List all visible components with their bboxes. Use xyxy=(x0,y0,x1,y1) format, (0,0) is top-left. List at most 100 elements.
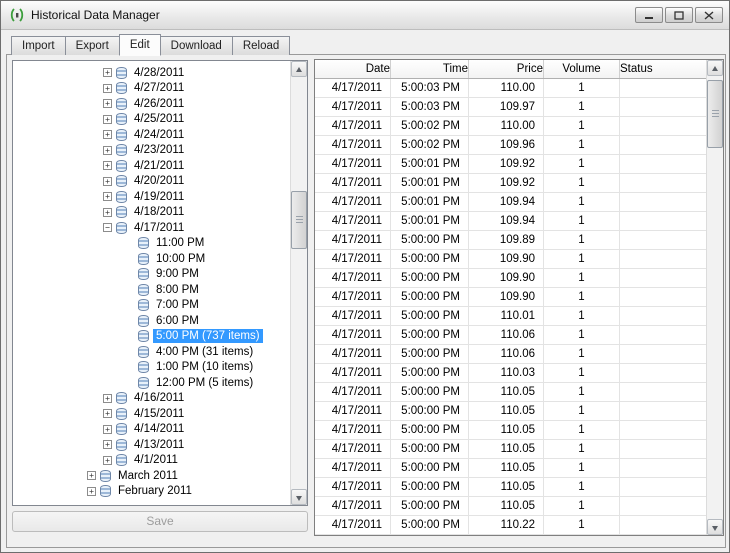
maximize-button[interactable] xyxy=(665,7,693,23)
cell-volume: 1 xyxy=(544,155,620,173)
scroll-down-icon[interactable] xyxy=(291,489,307,505)
tree-item[interactable]: + 4/21/2011 xyxy=(13,158,290,174)
table-row[interactable]: 4/17/2011 5:00:00 PM 110.05 1 xyxy=(315,383,706,402)
tree-item[interactable]: + 4/1/2011 xyxy=(13,453,290,469)
tree-item[interactable]: + 4/16/2011 xyxy=(13,391,290,407)
tree-item[interactable]: 10:00 PM xyxy=(13,251,290,267)
table-row[interactable]: 4/17/2011 5:00:01 PM 109.94 1 xyxy=(315,193,706,212)
tree-item[interactable]: + 4/23/2011 xyxy=(13,143,290,159)
table-row[interactable]: 4/17/2011 5:00:00 PM 110.05 1 xyxy=(315,497,706,516)
cell-time: 5:00:03 PM xyxy=(391,98,469,116)
tree-item[interactable]: 5:00 PM (737 items) xyxy=(13,329,290,345)
close-button[interactable] xyxy=(695,7,723,23)
expander-icon[interactable]: + xyxy=(87,486,96,496)
expander-icon[interactable]: + xyxy=(103,99,112,109)
expander-icon[interactable]: + xyxy=(103,114,112,124)
table-row[interactable]: 4/17/2011 5:00:01 PM 109.94 1 xyxy=(315,212,706,231)
table-row[interactable]: 4/17/2011 5:00:00 PM 110.01 1 xyxy=(315,307,706,326)
expander-icon[interactable]: + xyxy=(103,176,112,186)
table-row[interactable]: 4/17/2011 5:00:00 PM 109.90 1 xyxy=(315,288,706,307)
save-button[interactable]: Save xyxy=(12,511,308,532)
tree-item[interactable]: + 4/26/2011 xyxy=(13,96,290,112)
cell-price: 110.01 xyxy=(469,307,544,325)
tab-download[interactable]: Download xyxy=(159,36,233,55)
table-row[interactable]: 4/17/2011 5:00:00 PM 109.90 1 xyxy=(315,269,706,288)
column-header-time[interactable]: Time xyxy=(391,60,469,78)
expander-icon[interactable]: − xyxy=(103,223,112,233)
expander-icon[interactable]: + xyxy=(103,68,112,78)
column-header-status[interactable]: Status xyxy=(620,60,706,78)
expander-icon[interactable]: + xyxy=(103,145,112,155)
table-row[interactable]: 4/17/2011 5:00:00 PM 109.89 1 xyxy=(315,231,706,250)
expander-icon[interactable]: + xyxy=(103,455,112,465)
expander-icon[interactable]: + xyxy=(103,161,112,171)
tree-item[interactable]: + March 2011 xyxy=(13,468,290,484)
tab-import[interactable]: Import xyxy=(11,36,66,55)
tree-scrollbar-thumb[interactable] xyxy=(291,191,307,249)
tree-item[interactable]: + 4/18/2011 xyxy=(13,205,290,221)
scroll-up-icon[interactable] xyxy=(291,61,307,77)
cell-date: 4/17/2011 xyxy=(315,383,391,401)
tree-item[interactable]: 6:00 PM xyxy=(13,313,290,329)
tree-item[interactable]: + 4/27/2011 xyxy=(13,81,290,97)
tree-item[interactable]: 11:00 PM xyxy=(13,236,290,252)
tree-item[interactable]: + 4/20/2011 xyxy=(13,174,290,190)
minimize-button[interactable] xyxy=(635,7,663,23)
tree-item[interactable]: + February 2011 xyxy=(13,484,290,500)
table-row[interactable]: 4/17/2011 5:00:02 PM 109.96 1 xyxy=(315,136,706,155)
expander-icon[interactable]: + xyxy=(103,424,112,434)
table-row[interactable]: 4/17/2011 5:00:00 PM 110.05 1 xyxy=(315,478,706,497)
table-row[interactable]: 4/17/2011 5:00:01 PM 109.92 1 xyxy=(315,155,706,174)
cell-price: 109.94 xyxy=(469,212,544,230)
tree-item[interactable]: + 4/14/2011 xyxy=(13,422,290,438)
tab-reload[interactable]: Reload xyxy=(231,36,291,55)
scroll-down-icon[interactable] xyxy=(707,519,723,535)
tree-item[interactable]: + 4/19/2011 xyxy=(13,189,290,205)
table-row[interactable]: 4/17/2011 5:00:02 PM 110.00 1 xyxy=(315,117,706,136)
expander-icon[interactable]: + xyxy=(103,130,112,140)
expander-icon[interactable]: + xyxy=(103,409,112,419)
tree-item[interactable]: + 4/25/2011 xyxy=(13,112,290,128)
tree-scrollbar[interactable] xyxy=(290,61,307,505)
column-header-volume[interactable]: Volume xyxy=(544,60,620,78)
grid-scrollbar[interactable] xyxy=(706,60,723,535)
tree-item[interactable]: 12:00 PM (5 items) xyxy=(13,375,290,391)
cell-time: 5:00:02 PM xyxy=(391,136,469,154)
tree-item[interactable]: + 4/24/2011 xyxy=(13,127,290,143)
expander-icon[interactable]: + xyxy=(103,83,112,93)
table-row[interactable]: 4/17/2011 5:00:00 PM 110.05 1 xyxy=(315,421,706,440)
tab-edit[interactable]: Edit xyxy=(118,34,161,56)
column-header-price[interactable]: Price xyxy=(469,60,544,78)
tree-item[interactable]: + 4/15/2011 xyxy=(13,406,290,422)
expander-icon[interactable]: + xyxy=(87,471,96,481)
cell-status xyxy=(620,307,706,325)
table-row[interactable]: 4/17/2011 5:00:00 PM 110.22 1 xyxy=(315,516,706,535)
tree-item[interactable]: + 4/28/2011 xyxy=(13,65,290,81)
tab-export[interactable]: Export xyxy=(64,36,120,55)
scroll-up-icon[interactable] xyxy=(707,60,723,76)
tree-item[interactable]: 4:00 PM (31 items) xyxy=(13,344,290,360)
expander-icon[interactable]: + xyxy=(103,207,112,217)
expander-icon[interactable]: + xyxy=(103,440,112,450)
tree-item[interactable]: − 4/17/2011 xyxy=(13,220,290,236)
expander-icon[interactable]: + xyxy=(103,192,112,202)
table-row[interactable]: 4/17/2011 5:00:00 PM 109.90 1 xyxy=(315,250,706,269)
expander-icon[interactable]: + xyxy=(103,393,112,403)
table-row[interactable]: 4/17/2011 5:00:00 PM 110.05 1 xyxy=(315,402,706,421)
tree-item[interactable]: 1:00 PM (10 items) xyxy=(13,360,290,376)
table-row[interactable]: 4/17/2011 5:00:00 PM 110.05 1 xyxy=(315,459,706,478)
tree-item[interactable]: + 4/13/2011 xyxy=(13,437,290,453)
table-row[interactable]: 4/17/2011 5:00:03 PM 109.97 1 xyxy=(315,98,706,117)
table-row[interactable]: 4/17/2011 5:00:00 PM 110.06 1 xyxy=(315,345,706,364)
tree-item[interactable]: 9:00 PM xyxy=(13,267,290,283)
table-row[interactable]: 4/17/2011 5:00:00 PM 110.05 1 xyxy=(315,440,706,459)
table-row[interactable]: 4/17/2011 5:00:01 PM 109.92 1 xyxy=(315,174,706,193)
tree-item[interactable]: 7:00 PM xyxy=(13,298,290,314)
table-row[interactable]: 4/17/2011 5:00:03 PM 110.00 1 xyxy=(315,79,706,98)
cell-price: 109.90 xyxy=(469,288,544,306)
column-header-date[interactable]: Date xyxy=(315,60,391,78)
tree-item[interactable]: 8:00 PM xyxy=(13,282,290,298)
table-row[interactable]: 4/17/2011 5:00:00 PM 110.03 1 xyxy=(315,364,706,383)
table-row[interactable]: 4/17/2011 5:00:00 PM 110.06 1 xyxy=(315,326,706,345)
grid-scrollbar-thumb[interactable] xyxy=(707,80,723,148)
